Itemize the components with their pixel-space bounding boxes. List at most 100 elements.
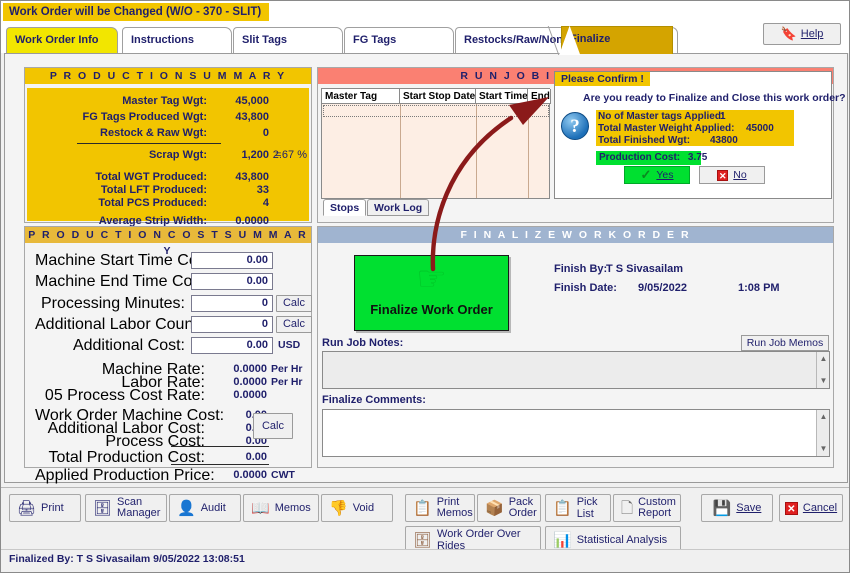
run-job-information-panel: R U N J O B I N F O R M A T I O N Master… — [317, 67, 846, 223]
summary-divider — [77, 143, 221, 144]
status-text: Finalized By: T S Sivasailam 9/05/2022 1… — [9, 553, 245, 565]
machine-start-time-input[interactable]: 0.00 — [191, 252, 273, 269]
grid-header-start-time[interactable]: Start Time — [476, 89, 528, 104]
confirm-yes-button[interactable]: ✓ Yes — [624, 166, 690, 184]
no-label: No — [733, 169, 747, 181]
memos-button[interactable]: 📖 Memos — [243, 494, 319, 522]
tab-label: Instructions — [131, 34, 194, 46]
run-job-notes-label: Run Job Notes: — [322, 337, 404, 349]
void-button[interactable]: 👎 Void — [321, 494, 393, 522]
cancel-icon: ✕ — [784, 501, 798, 515]
custom-label2: Report — [638, 507, 672, 519]
labor-rate-unit: Per Hr — [271, 376, 303, 388]
machine-end-time-label: Machine End Time Counter: — [35, 273, 234, 290]
info-line: Total Finished Wgt: 43800 — [598, 135, 794, 147]
run-job-memos-button[interactable]: Run Job Memos — [741, 335, 829, 351]
machine-end-time-input[interactable]: 0.00 — [191, 273, 273, 290]
summary-row: Master Tag Wgt: — [27, 94, 207, 109]
comments-scrollbar[interactable]: ▲ ▼ — [816, 410, 829, 456]
status-bar: Finalized By: T S Sivasailam 9/05/2022 1… — [1, 549, 849, 572]
pick-list-button[interactable]: 📋 Pick List — [545, 494, 611, 522]
subtab-work-log[interactable]: Work Log — [367, 199, 430, 216]
cost-divider-1 — [171, 446, 269, 447]
pack-label2: Order — [508, 507, 537, 519]
save-label: Save — [736, 502, 762, 514]
grid-selected-row[interactable] — [323, 105, 549, 117]
save-button[interactable]: 💾 Save — [701, 494, 773, 522]
box-icon: 📦 — [485, 499, 504, 517]
tab-work-order-info[interactable]: Work Order Info — [6, 27, 118, 53]
finalize-work-order-button[interactable]: ☞ Finalize Work Order — [354, 255, 509, 331]
pack-order-button[interactable]: 📦 Pack Order — [477, 494, 541, 522]
scroll-down-icon[interactable]: ▼ — [817, 375, 830, 387]
help-button[interactable]: 🔖 Help — [763, 23, 841, 45]
applied-production-price-value: 0.0000 — [233, 469, 267, 481]
scrap-percent: 2.67 % — [272, 149, 307, 161]
row-label: FG Tags Produced Wgt: — [82, 111, 207, 123]
additional-labor-count-calc-button[interactable]: Calc — [276, 316, 312, 333]
scan-manager-button[interactable]: 🗄 Scan Manager — [85, 494, 167, 522]
tab-slit-tags[interactable]: Slit Tags — [233, 27, 343, 53]
scroll-down-icon[interactable]: ▼ — [817, 443, 830, 455]
scroll-up-icon[interactable]: ▲ — [817, 411, 830, 423]
processing-minutes-input[interactable]: 0 — [191, 295, 273, 312]
grid-header-master-tag[interactable]: Master Tag — [322, 89, 400, 104]
print-memos-button[interactable]: 📋 Print Memos — [405, 494, 475, 522]
tab-fg-tags[interactable]: FG Tags — [344, 27, 454, 53]
work-order-window: Work Order will be Changed (W/O - 370 - … — [0, 0, 850, 573]
tab-instructions[interactable]: Instructions — [122, 27, 232, 53]
applied-production-price-label: Applied Production Price: — [35, 467, 215, 484]
notes-scrollbar[interactable]: ▲ ▼ — [816, 352, 829, 388]
machine-start-time-label: Machine Start Time Counter: — [35, 252, 239, 269]
grid-column-divider — [400, 104, 401, 198]
print-label: Print — [41, 502, 64, 514]
yes-label: Yes — [656, 169, 674, 181]
finish-time-value: 1:08 PM — [738, 282, 780, 294]
tab-label: Restocks/Raw/Non FG — [464, 34, 564, 46]
additional-labor-count-input[interactable]: 0 — [191, 316, 273, 333]
process-cost-rate-value: 0.0000 — [233, 389, 267, 401]
row-value: 4 — [262, 197, 269, 209]
custom-report-button[interactable]: 🗋 Custom Report — [613, 494, 681, 522]
chart-icon: 📊 — [553, 531, 572, 549]
row-value: 43,800 — [235, 111, 269, 123]
bottom-toolbar: 🖨 Print 🗄 Scan Manager 👤 Audit 📖 Memos 👎… — [1, 487, 849, 554]
summary-row: FG Tags Produced Wgt: — [27, 110, 207, 125]
audit-button[interactable]: 👤 Audit — [169, 494, 241, 522]
grid-header-end[interactable]: End — [528, 89, 551, 104]
info-label: Total Master Weight Applied: — [598, 123, 735, 134]
finalize-button-label: Finalize Work Order — [370, 302, 493, 317]
production-cost-label: Production Cost: — [599, 152, 681, 163]
production-cost-summary-panel: P R O D U C T I O N C O S T S U M M A R … — [24, 226, 312, 484]
scan-label2: Manager — [117, 507, 161, 519]
tab-label: Slit Tags — [242, 34, 288, 46]
row-label: Total PCS Produced: — [98, 197, 207, 209]
run-job-grid[interactable]: Master Tag Start Stop Date Start Time En… — [321, 88, 551, 199]
save-icon: 💾 — [712, 499, 732, 517]
tab-label: Work Order Info — [15, 34, 99, 46]
finalize-comments-textarea[interactable]: ▲ ▼ — [322, 409, 830, 457]
print-button[interactable]: 🖨 Print — [9, 494, 81, 522]
additional-cost-input[interactable]: 0.00 — [191, 337, 273, 354]
subtab-stops[interactable]: Stops — [323, 199, 367, 216]
title-bar: Work Order will be Changed (W/O - 370 - … — [1, 1, 849, 23]
cost-calc-button[interactable]: Calc — [253, 413, 293, 439]
finish-date-value: 9/05/2022 — [638, 282, 687, 294]
printer-icon: 🖨 — [17, 499, 37, 517]
close-icon: ✕ — [717, 169, 729, 181]
grid-header-start-stop-date[interactable]: Start Stop Date — [400, 89, 476, 104]
finalize-comments-label: Finalize Comments: — [322, 394, 426, 406]
additional-cost-unit: USD — [278, 339, 301, 351]
scroll-up-icon[interactable]: ▲ — [817, 353, 830, 365]
processing-minutes-label: Processing Minutes: — [40, 295, 185, 312]
run-job-notes-textarea[interactable]: ▲ ▼ — [322, 351, 830, 389]
cancel-button[interactable]: ✕ Cancel — [779, 494, 843, 522]
processing-minutes-calc-button[interactable]: Calc — [276, 295, 312, 312]
tab-finalize[interactable]: Finalize — [561, 26, 673, 54]
confirm-no-button[interactable]: ✕ No — [699, 166, 765, 184]
process-cost-rate-label: 05 Process Cost Rate: — [44, 387, 205, 404]
tab-restocks-raw-non-fg[interactable]: Restocks/Raw/Non FG — [455, 27, 565, 53]
subtab-label: Work Log — [374, 202, 423, 214]
pick-list-label: Pick List — [576, 496, 598, 520]
info-value: 45000 — [746, 123, 774, 134]
